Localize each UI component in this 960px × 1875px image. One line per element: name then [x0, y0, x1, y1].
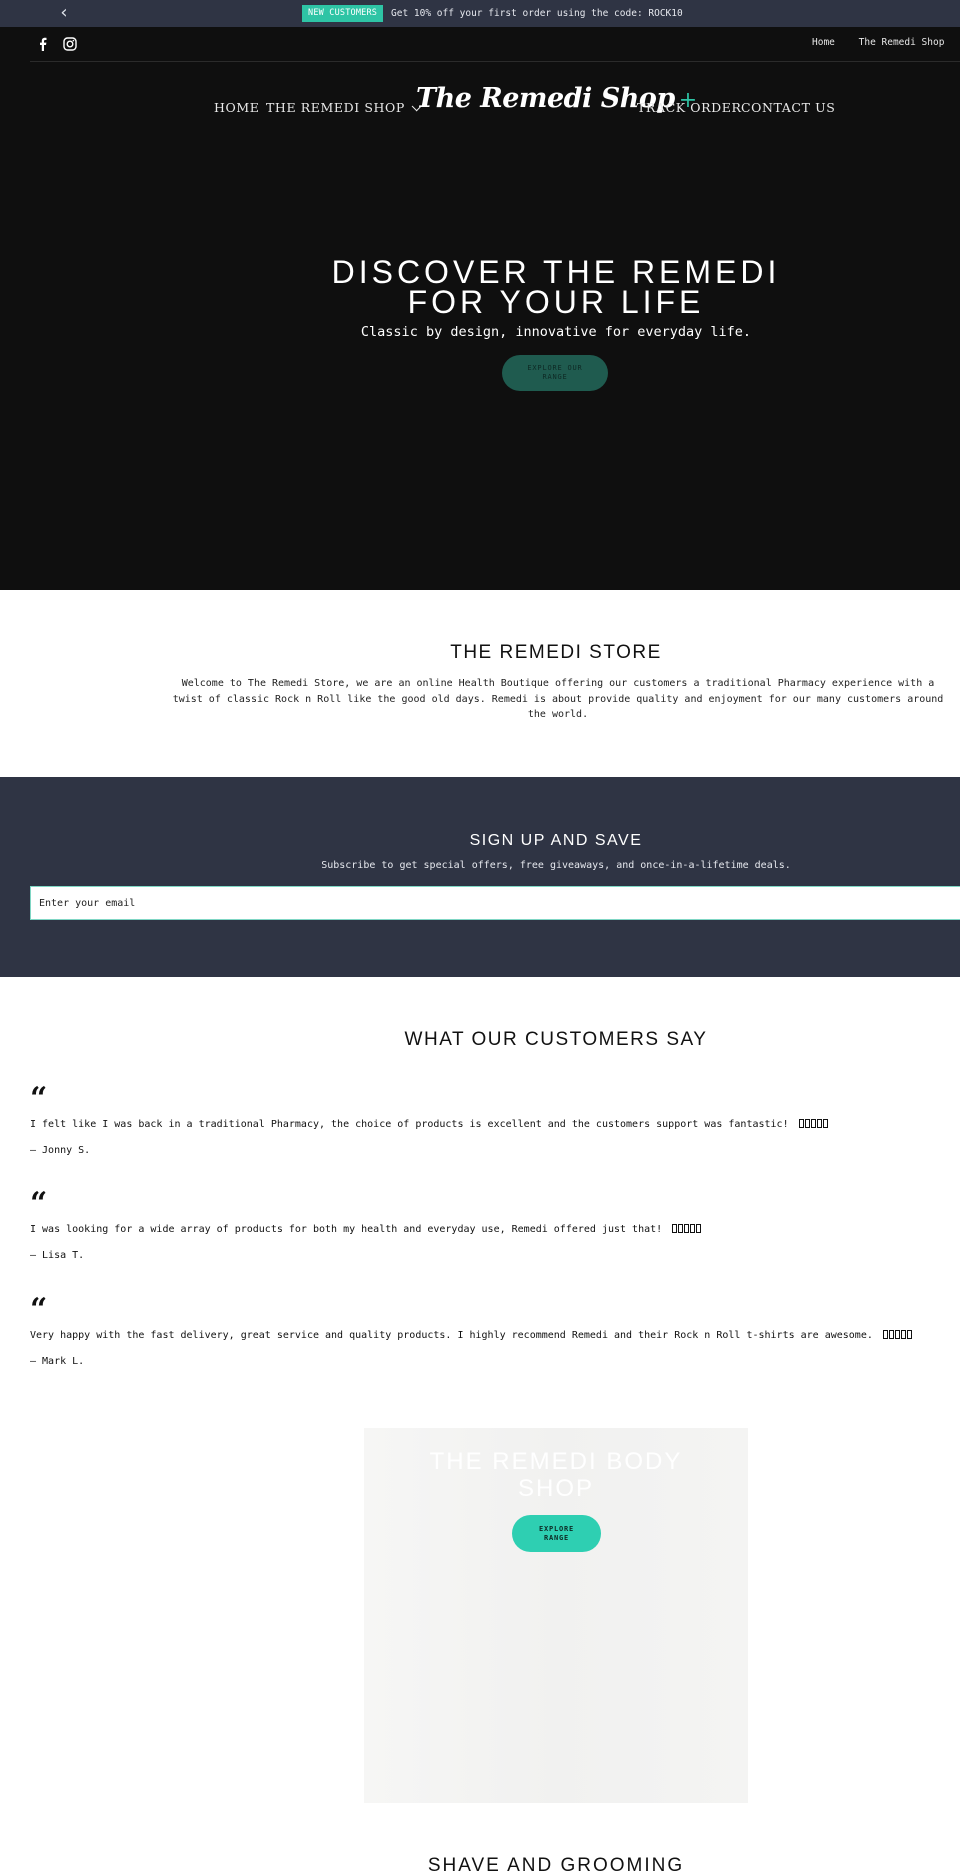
hero-button-line2: RANGE: [542, 373, 568, 381]
email-input[interactable]: [30, 886, 960, 920]
newsletter-heading: SIGN UP AND SAVE: [469, 832, 643, 849]
star-rating-icon: [798, 1119, 829, 1130]
testimonial-author: – Jonny S.: [30, 1145, 91, 1156]
shave-grooming-heading: SHAVE AND GROOMING: [427, 1855, 685, 1875]
instagram-icon[interactable]: [62, 36, 78, 52]
site-header: Home The Remedi Shop Tr HOME THE REMEDI …: [0, 27, 960, 590]
body-shop-title: THE REMEDI BODY SHOP: [364, 1448, 748, 1502]
quote-icon: “: [30, 1186, 48, 1221]
hero-title-line1: DISCOVER THE REMEDI: [331, 254, 781, 290]
testimonial-text: I felt like I was back in a traditional …: [30, 1119, 950, 1130]
testimonial-text: Very happy with the fast delivery, great…: [30, 1330, 950, 1341]
body-shop-title-line2: SHOP: [517, 1475, 594, 1502]
logo-text: The Remedi Shop: [416, 83, 675, 114]
store-intro-section: THE REMEDI STORE Welcome to The Remedi S…: [0, 590, 960, 777]
hero-subtitle: Classic by design, innovative for everyd…: [360, 324, 752, 340]
nav-contact-us[interactable]: CONTACT US: [741, 100, 835, 115]
utility-bar: Home The Remedi Shop Tr: [30, 27, 960, 62]
testimonial: “ Very happy with the fast delivery, gre…: [30, 1292, 950, 1367]
quote-icon: “: [30, 1292, 48, 1327]
explore-our-range-button[interactable]: EXPLORE OUR RANGE: [502, 355, 608, 391]
utility-links: Home The Remedi Shop Tr: [812, 37, 960, 48]
main-nav: HOME THE REMEDI SHOP The Remedi Shop + TR…: [0, 83, 960, 133]
testimonial-body: Very happy with the fast delivery, great…: [30, 1330, 873, 1341]
newsletter-section: SIGN UP AND SAVE Subscribe to get specia…: [0, 777, 960, 977]
new-customers-badge: NEW CUSTOMERS: [302, 5, 384, 22]
announcement-bar: ‹ NEW CUSTOMERS Get 10% off your first o…: [0, 0, 960, 27]
quote-icon: “: [30, 1081, 48, 1116]
testimonials-section: WHAT OUR CUSTOMERS SAY “ I felt like I w…: [0, 977, 960, 1407]
util-link-remedi-shop[interactable]: The Remedi Shop: [859, 37, 945, 48]
testimonial-body: I felt like I was back in a traditional …: [30, 1119, 789, 1130]
chevron-left-icon[interactable]: ‹: [55, 3, 73, 23]
testimonial-text: I was looking for a wide array of produc…: [30, 1224, 950, 1235]
testimonial: “ I was looking for a wide array of prod…: [30, 1186, 950, 1261]
announcement-message: Get 10% off your first order using the c…: [391, 8, 683, 19]
hero-title-line2: FOR YOUR LIFE: [407, 284, 705, 320]
star-rating-icon: [882, 1330, 913, 1341]
nav-home[interactable]: HOME: [214, 100, 259, 115]
hero-button-line1: EXPLORE OUR: [527, 364, 583, 372]
body-shop-banner[interactable]: THE REMEDI BODY SHOP EXPLORE RANGE: [364, 1428, 748, 1803]
body-shop-title-line1: THE REMEDI BODY: [429, 1448, 683, 1475]
testimonial: “ I felt like I was back in a traditiona…: [30, 1081, 950, 1156]
explore-range-line1: EXPLORE: [538, 1525, 575, 1533]
testimonial-body: I was looking for a wide array of produc…: [30, 1224, 663, 1235]
hero-title: DISCOVER THE REMEDI FOR YOUR LIFE: [0, 254, 960, 320]
testimonial-author: – Mark L.: [30, 1356, 85, 1367]
explore-range-line2: RANGE: [543, 1534, 570, 1542]
explore-range-button[interactable]: EXPLORE RANGE: [512, 1515, 601, 1552]
util-link-home[interactable]: Home: [812, 37, 835, 48]
nav-the-remedi-shop[interactable]: THE REMEDI SHOP: [266, 100, 422, 115]
star-rating-icon: [672, 1224, 702, 1235]
testimonial-author: – Lisa T.: [30, 1250, 85, 1261]
store-description: Welcome to The Remedi Store, we are an o…: [172, 678, 944, 720]
store-heading: THE REMEDI STORE: [450, 642, 662, 663]
newsletter-subtitle: Subscribe to get special offers, free gi…: [321, 860, 791, 871]
nav-track-order[interactable]: TRACK ORDER: [637, 100, 741, 115]
nav-the-remedi-shop-label: THE REMEDI SHOP: [266, 100, 405, 115]
testimonials-heading: WHAT OUR CUSTOMERS SAY: [404, 1029, 708, 1050]
facebook-icon[interactable]: [35, 36, 51, 52]
